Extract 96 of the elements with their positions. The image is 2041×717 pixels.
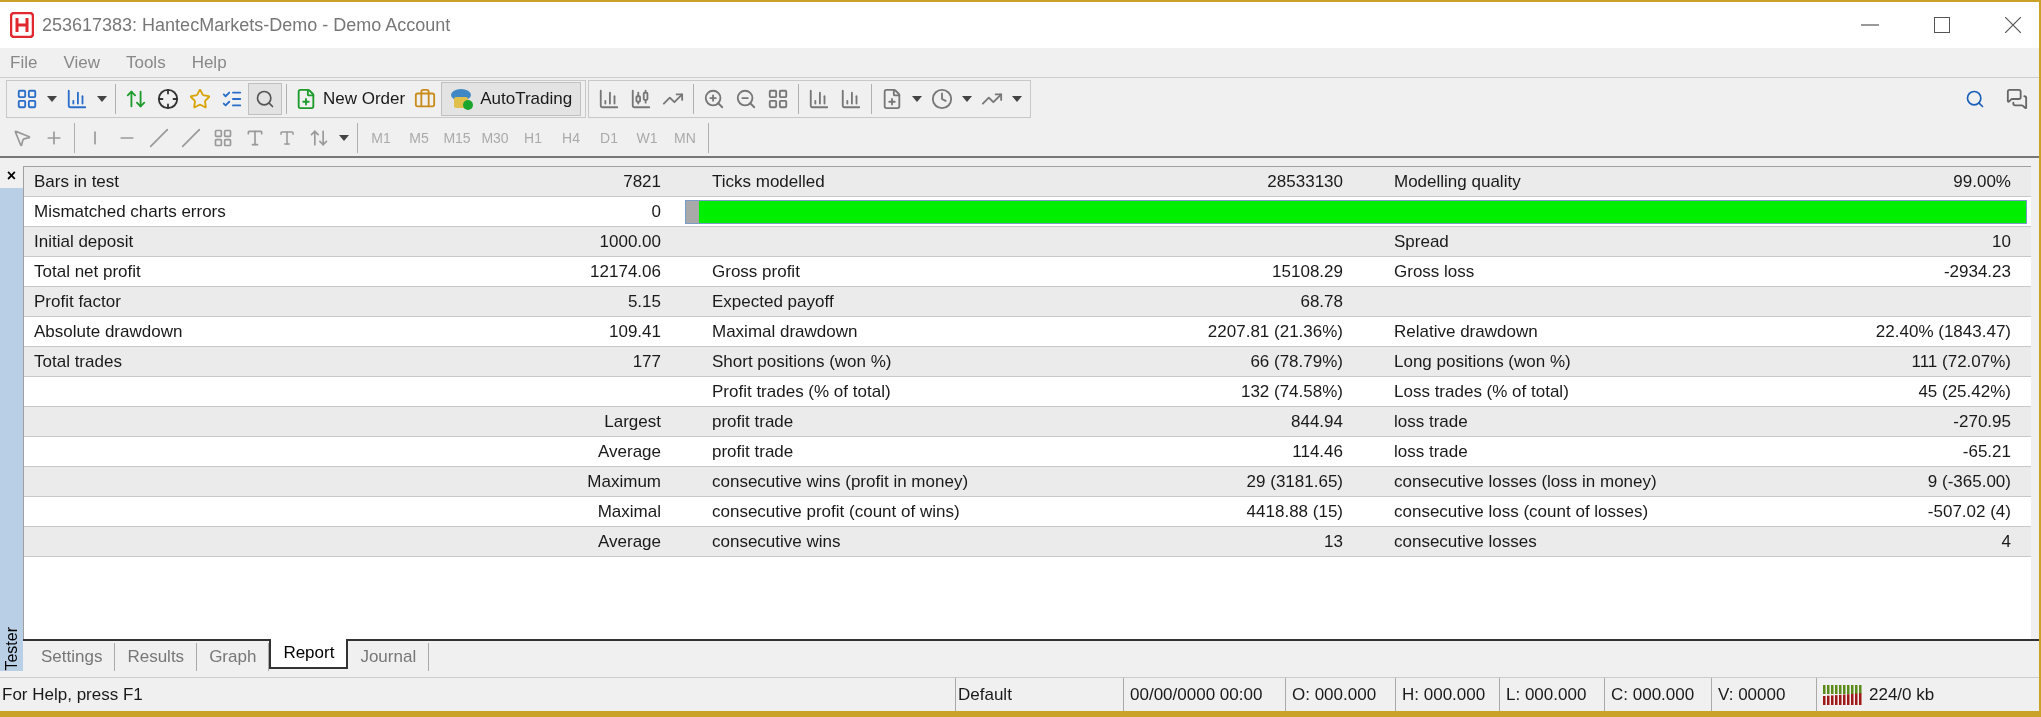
app-logo-icon — [10, 12, 34, 38]
stat-value: 66 (78.79%) — [1250, 350, 1343, 373]
caret-icon[interactable] — [1012, 96, 1023, 102]
status-datetime: 00/00/0000 00:00 — [1130, 683, 1263, 706]
status-volume: V: 00000 — [1718, 683, 1786, 706]
stat-label: Profit factor — [34, 290, 121, 313]
stat-value: 4 — [2001, 530, 2011, 553]
stat-value: -507.02 (4) — [1927, 500, 2011, 523]
stat-value: 9 (-365.00) — [1927, 470, 2011, 493]
status-profile: Default — [958, 683, 1012, 706]
stat-label: Maximal drawdown — [712, 320, 858, 343]
stat-value: 68.78 — [1300, 290, 1343, 313]
stat-label: Mismatched charts errors — [34, 200, 226, 223]
close-icon[interactable] — [2005, 17, 2021, 33]
stat-value: 13 — [1324, 530, 1343, 553]
caret-icon[interactable] — [962, 96, 973, 102]
status-low: L: 000.000 — [1506, 683, 1587, 706]
caret-icon[interactable] — [912, 96, 923, 102]
stat-value: 45 (25.42%) — [1918, 380, 2011, 403]
caret-icon[interactable] — [97, 96, 107, 102]
menu-item[interactable]: Help — [191, 49, 227, 76]
stat-label: Loss trades (% of total) — [1394, 380, 1569, 403]
stat-value: 12174.06 — [590, 260, 661, 283]
stat-value: 22.40% (1843.47) — [1875, 320, 2011, 343]
stat-group-label: Maximum — [587, 470, 661, 493]
connection-bars-icon — [1823, 684, 1863, 705]
stat-label: Spread — [1394, 230, 1449, 253]
stat-label: consecutive loss (count of losses) — [1394, 500, 1649, 523]
stat-group-label: Average — [598, 440, 661, 463]
caret-icon[interactable] — [47, 96, 57, 102]
menu-item[interactable]: File — [10, 49, 38, 76]
menu-item[interactable]: View — [63, 49, 100, 76]
stat-label: Total trades — [34, 350, 122, 373]
stat-value: 4418.88 (15) — [1246, 500, 1343, 523]
stat-label: Total net profit — [34, 260, 141, 283]
stat-value: 1000.00 — [599, 230, 661, 253]
stat-label: consecutive losses (loss in money) — [1394, 470, 1657, 493]
stat-label: loss trade — [1394, 440, 1468, 463]
stat-label: consecutive profit (count of wins) — [712, 500, 960, 523]
stat-label: Absolute drawdown — [34, 320, 183, 343]
stat-label: consecutive wins (profit in money) — [712, 470, 969, 493]
stat-group-label: Largest — [604, 410, 661, 433]
stat-group-label: Maximal — [597, 500, 661, 523]
stat-value: 0 — [651, 200, 661, 223]
stat-value: 111 (72.07%) — [1911, 350, 2011, 373]
stat-label: Modelling quality — [1394, 170, 1521, 193]
stat-label: Profit trades (% of total) — [712, 380, 891, 403]
stat-value: 15108.29 — [1272, 260, 1343, 283]
window-title: 253617383: HantecMarkets-Demo - Demo Account — [42, 13, 451, 37]
stat-value: 28533130 — [1267, 170, 1343, 193]
stat-label: Ticks modelled — [712, 170, 825, 193]
status-open: O: 000.000 — [1292, 683, 1377, 706]
stat-label: Relative drawdown — [1394, 320, 1538, 343]
stat-label: Gross loss — [1394, 260, 1475, 283]
tab[interactable]: Report — [269, 639, 349, 669]
stat-label: loss trade — [1394, 410, 1468, 433]
stat-value: 7821 — [623, 170, 661, 193]
stat-value: 132 (74.58%) — [1240, 380, 1343, 403]
stat-value: 844.94 — [1291, 410, 1343, 433]
stat-value: -2934.23 — [1943, 260, 2011, 283]
maximize-icon[interactable] — [1934, 17, 1950, 33]
stat-label: Long positions (won %) — [1394, 350, 1571, 373]
menu-item[interactable]: Tools — [125, 49, 166, 76]
stat-value: 5.15 — [627, 290, 661, 313]
panel-close-button[interactable]: × — [6, 168, 17, 184]
status-help-text: For Help, press F1 — [1, 683, 144, 706]
stat-value: 99.00% — [1953, 170, 2011, 193]
stat-label: Initial deposit — [34, 230, 134, 253]
stat-label: profit trade — [712, 410, 794, 433]
tab[interactable]: Settings — [29, 643, 116, 671]
stat-value: 10 — [1992, 230, 2011, 253]
tab[interactable]: Results — [115, 643, 198, 671]
autotrading-button[interactable]: AutoTrading — [441, 82, 582, 116]
stat-label: Expected payoff — [712, 290, 834, 313]
stat-group-label: Average — [598, 530, 661, 553]
stat-value: -270.95 — [1953, 410, 2011, 433]
stat-label: Short positions (won %) — [712, 350, 892, 373]
status-high: H: 000.000 — [1402, 683, 1486, 706]
stat-label: consecutive losses — [1394, 530, 1537, 553]
caret-icon[interactable] — [339, 135, 349, 141]
new-order-button[interactable]: New Order — [291, 83, 410, 115]
stat-label: Bars in test — [34, 170, 120, 193]
stat-value: 177 — [632, 350, 661, 373]
stat-value: 29 (3181.65) — [1246, 470, 1343, 493]
stat-value: 2207.81 (21.36%) — [1207, 320, 1343, 343]
stat-label: profit trade — [712, 440, 794, 463]
panel-side-label: Tester — [1, 626, 21, 671]
status-traffic: 224/0 kb — [1869, 683, 1935, 706]
stat-value: 109.41 — [609, 320, 661, 343]
tab[interactable]: Journal — [348, 643, 430, 671]
stat-value: -65.21 — [1962, 440, 2011, 463]
stat-label: Gross profit — [712, 260, 800, 283]
stat-value: 114.46 — [1292, 440, 1343, 463]
new-order-icon[interactable] — [295, 88, 317, 110]
status-close: C: 000.000 — [1611, 683, 1695, 706]
stat-label: consecutive wins — [712, 530, 841, 553]
